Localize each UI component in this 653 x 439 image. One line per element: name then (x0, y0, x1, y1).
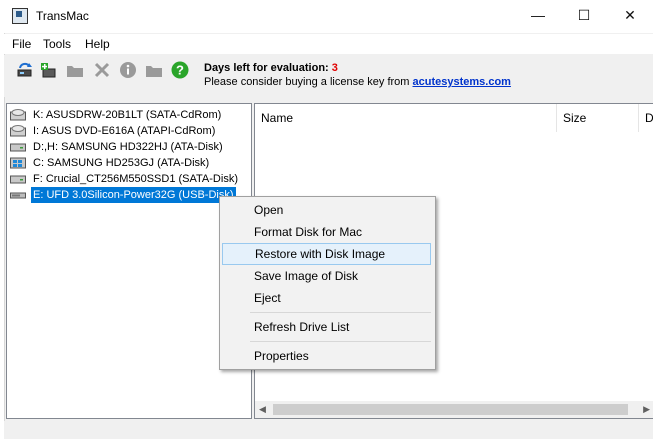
horizontal-scrollbar[interactable]: ◀ ▶ (255, 401, 653, 418)
drive-item-c[interactable]: C: SAMSUNG HD253GJ (ATA-Disk) (9, 155, 247, 171)
maximize-button[interactable]: ☐ (561, 0, 607, 30)
drive-label: K: ASUSDRW-20B1LT (SATA-CdRom) (33, 109, 222, 121)
transmac-app-icon (12, 8, 28, 24)
minimize-button[interactable]: — (515, 0, 561, 30)
help-icon[interactable]: ? (171, 61, 189, 79)
svg-text:?: ? (176, 63, 184, 78)
toolbar: ? Days left for evaluation: 3 Please con… (4, 55, 653, 97)
license-notice: Please consider buying a license key fro… (204, 76, 511, 88)
drive-item-i[interactable]: I: ASUS DVD-E616A (ATAPI-CdRom) (9, 123, 247, 139)
menu-item-label: Refresh Drive List (254, 320, 350, 334)
drive-item-e[interactable]: E: UFD 3.0Silicon-Power32G (USB-Disk) (9, 187, 247, 203)
evaluation-notice: Days left for evaluation: 3 (204, 62, 338, 74)
folder-icon[interactable] (66, 61, 84, 79)
menu-item-properties[interactable]: Properties (222, 345, 431, 367)
delete-icon[interactable] (93, 61, 111, 79)
column-size-label: Size (563, 111, 587, 125)
drive-list[interactable]: K: ASUSDRW-20B1LT (SATA-CdRom) I: ASUS D… (6, 103, 252, 419)
close-icon: ✕ (624, 7, 636, 23)
menu-separator (250, 341, 431, 342)
minimize-icon: — (531, 7, 545, 23)
menu-item-eject[interactable]: Eject (222, 287, 431, 309)
menu-item-open[interactable]: Open (222, 199, 431, 221)
hard-disk-icon (10, 143, 26, 152)
menu-item-label: Format Disk for Mac (254, 225, 363, 239)
scroll-right-icon[interactable]: ▶ (643, 404, 650, 415)
transmac-window: TransMac — ☐ ✕ File Tools Help ? Days le… (0, 0, 653, 439)
column-header-date[interactable]: D (639, 104, 653, 132)
drive-label: I: ASUS DVD-E616A (ATAPI-CdRom) (33, 125, 216, 137)
add-disk-icon[interactable] (40, 61, 58, 79)
drive-label: D:,H: SAMSUNG HD322HJ (ATA-Disk) (33, 141, 223, 153)
menu-item-label: Save Image of Disk (254, 269, 359, 283)
menu-help[interactable]: Help (85, 37, 110, 51)
usb-disk-icon (10, 192, 26, 199)
status-strip (4, 421, 653, 439)
menu-item-restore-disk-image[interactable]: Restore with Disk Image (222, 243, 431, 265)
menu-separator (250, 312, 431, 313)
column-name-label: Name (261, 111, 294, 125)
drive-item-k[interactable]: K: ASUSDRW-20B1LT (SATA-CdRom) (9, 107, 247, 123)
title-bar[interactable]: TransMac — ☐ ✕ (4, 0, 653, 33)
drive-item-f[interactable]: F: Crucial_CT256M550SSD1 (SATA-Disk) (9, 171, 247, 187)
column-header-name[interactable]: Name (255, 104, 557, 132)
menu-item-label: Restore with Disk Image (255, 247, 386, 261)
menu-item-save-image[interactable]: Save Image of Disk (222, 265, 431, 287)
column-header-size[interactable]: Size (557, 104, 639, 132)
drive-label: F: Crucial_CT256M550SSD1 (SATA-Disk) (33, 173, 238, 185)
cdrom-drive-icon (10, 109, 26, 121)
window-title: TransMac (36, 9, 89, 23)
hard-disk-icon (10, 175, 26, 184)
info-icon[interactable] (119, 61, 137, 79)
evaluation-label: Days left for evaluation: (204, 62, 332, 74)
new-folder-icon[interactable] (145, 61, 163, 79)
menu-item-label: Eject (254, 291, 281, 305)
acutesystems-link[interactable]: acutesystems.com (413, 76, 511, 88)
refresh-drive-icon[interactable] (16, 61, 34, 79)
drive-item-dh[interactable]: D:,H: SAMSUNG HD322HJ (ATA-Disk) (9, 139, 247, 155)
menu-item-format-disk[interactable]: Format Disk for Mac (222, 221, 431, 243)
scroll-left-icon[interactable]: ◀ (259, 404, 266, 415)
menu-tools[interactable]: Tools (43, 37, 71, 51)
cdrom-drive-icon (10, 125, 26, 137)
maximize-icon: ☐ (577, 7, 591, 23)
scrollbar-thumb[interactable] (273, 404, 628, 415)
column-date-label: D (645, 111, 653, 125)
drive-label: E: UFD 3.0Silicon-Power32G (USB-Disk) (31, 187, 236, 203)
evaluation-days: 3 (331, 62, 338, 74)
windows-disk-icon (10, 157, 26, 169)
menu-item-refresh-drive-list[interactable]: Refresh Drive List (222, 316, 431, 338)
close-button[interactable]: ✕ (607, 0, 653, 30)
license-text: Please consider buying a license key fro… (204, 76, 413, 88)
drive-label: C: SAMSUNG HD253GJ (ATA-Disk) (33, 157, 210, 169)
menu-item-label: Properties (254, 349, 309, 363)
menu-file[interactable]: File (12, 37, 31, 51)
menu-bar: File Tools Help (4, 34, 653, 54)
menu-item-label: Open (254, 203, 284, 217)
drive-context-menu: Open Format Disk for Mac Restore with Di… (219, 196, 436, 370)
